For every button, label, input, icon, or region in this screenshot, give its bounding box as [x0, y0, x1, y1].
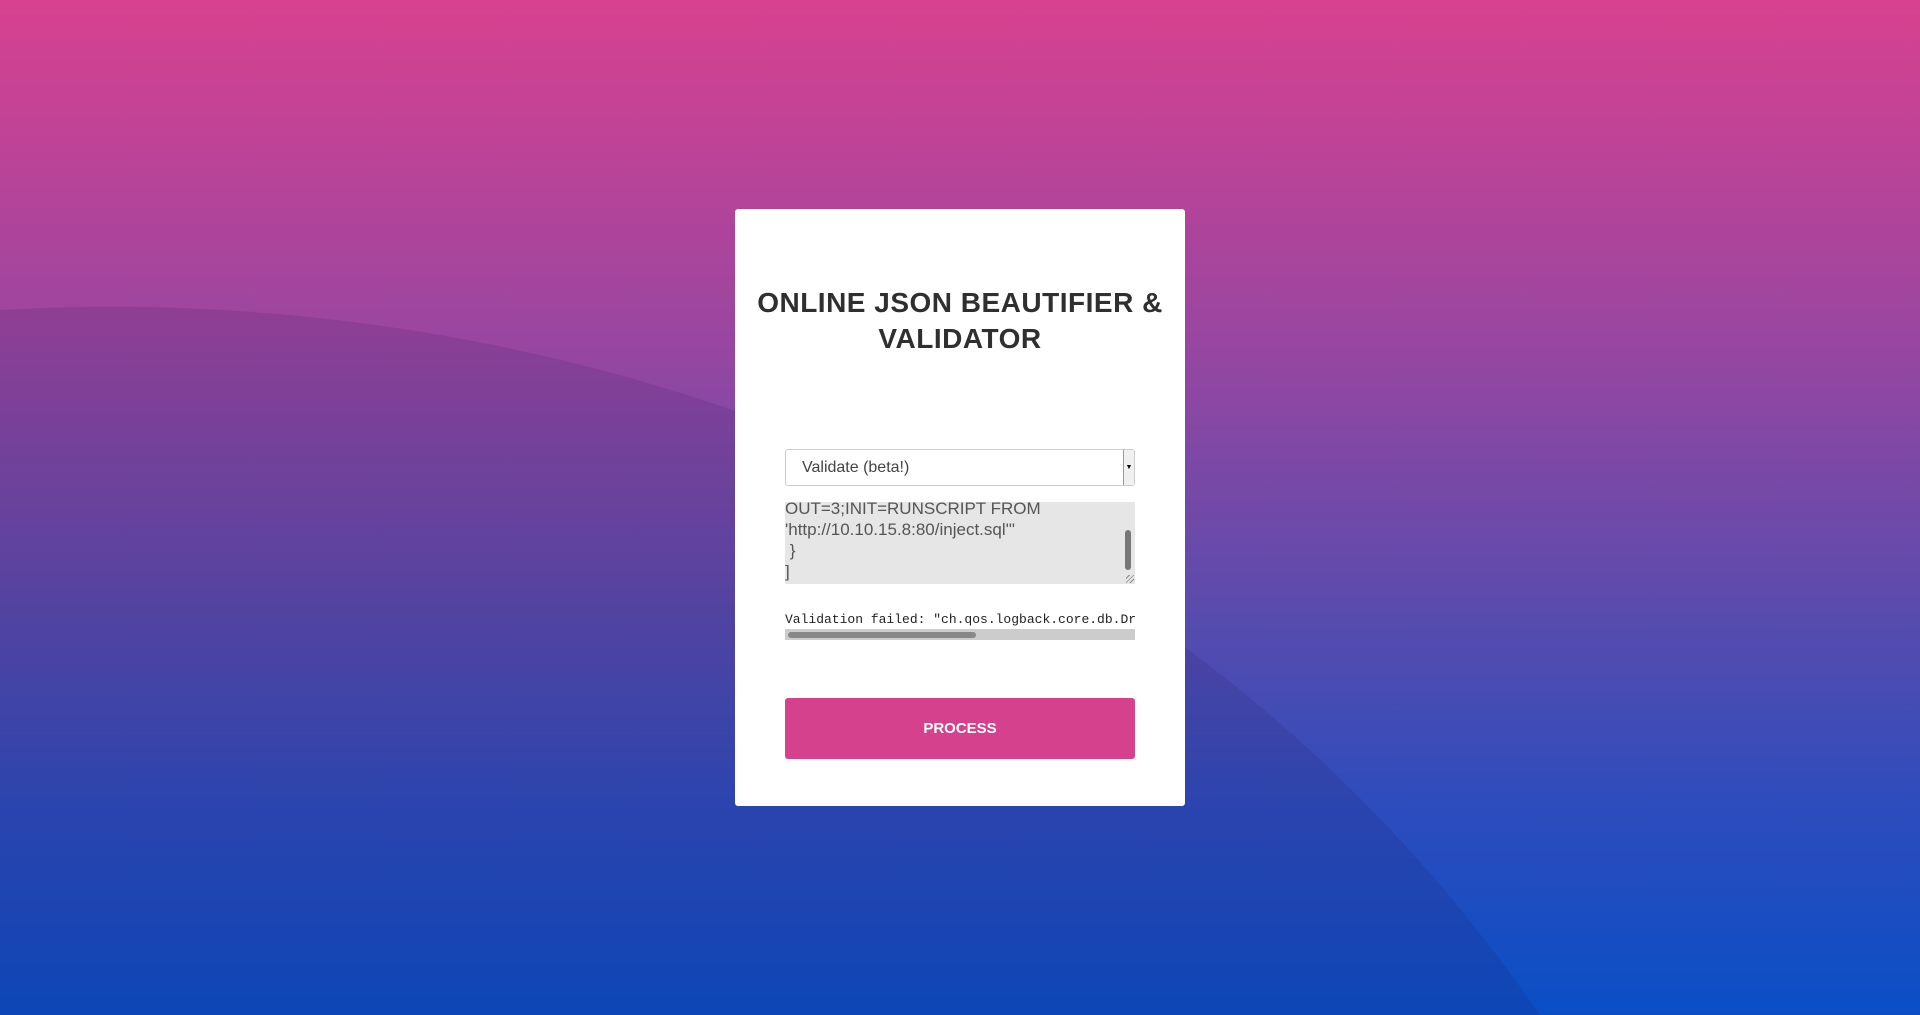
- resize-handle-icon[interactable]: [1126, 575, 1134, 583]
- page-title: ONLINE JSON BEAUTIFIER & VALIDATOR: [757, 287, 1163, 354]
- process-button[interactable]: PROCESS: [785, 698, 1135, 759]
- chevron-down-icon[interactable]: ▼: [1123, 450, 1134, 485]
- horizontal-scrollbar[interactable]: [785, 629, 1135, 640]
- validation-message: Validation failed: "ch.qos.logback.core.…: [785, 612, 1135, 627]
- scrollbar-thumb[interactable]: [788, 632, 976, 638]
- mode-select-value: Validate (beta!): [802, 459, 910, 476]
- mode-select[interactable]: Validate (beta!) ▼: [785, 449, 1135, 486]
- json-input-textarea[interactable]: OUT=3;INIT=RUNSCRIPT FROM 'http://10.10.…: [785, 502, 1135, 584]
- json-input-text: OUT=3;INIT=RUNSCRIPT FROM 'http://10.10.…: [785, 502, 1041, 581]
- textarea-scrollbar[interactable]: [1125, 530, 1131, 570]
- beautifier-card: ONLINE JSON BEAUTIFIER & VALIDATOR Valid…: [735, 209, 1185, 806]
